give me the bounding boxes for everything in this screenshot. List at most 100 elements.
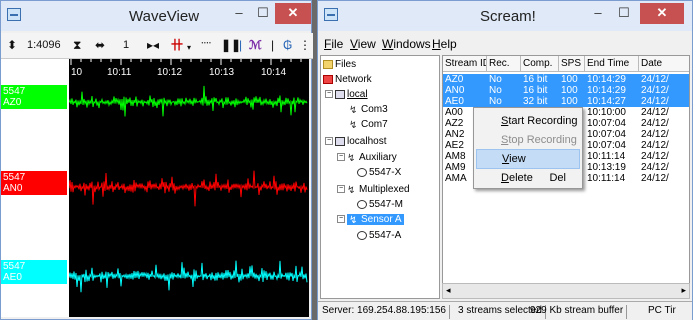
- channel-label-ae0[interactable]: 5547 AE0: [1, 260, 67, 284]
- column-header-end-time[interactable]: End Time: [585, 56, 639, 72]
- trace-icon[interactable]: |: [239, 38, 242, 52]
- cell-end: 10:07:04: [587, 118, 626, 129]
- cell-rec: No: [489, 96, 502, 107]
- collapse-icon[interactable]: −: [325, 137, 333, 146]
- tree-item-5547-x[interactable]: 5547-X: [357, 167, 401, 179]
- column-header-rec[interactable]: Rec.: [487, 56, 521, 72]
- waveview-titlebar[interactable]: WaveView – ☐ ✕: [1, 1, 311, 31]
- filter-dropdown-icon[interactable]: ▾: [187, 41, 191, 55]
- cell-end: 10:14:29: [587, 85, 626, 96]
- waveform-icon[interactable]: ᠁: [199, 38, 211, 52]
- menu-item-delete[interactable]: Delete Del: [476, 169, 580, 189]
- channel-label-an0[interactable]: 5547 AN0: [1, 171, 67, 195]
- menu-item-stop-recording[interactable]: Stop Recording: [476, 131, 580, 151]
- table-row[interactable]: AN0 No 16 bit 100 10:14:29 24/12/: [443, 85, 689, 96]
- close-icon[interactable]: ✕: [640, 3, 684, 24]
- channel-code: 5547: [3, 261, 26, 272]
- tree-item-files[interactable]: Files: [323, 59, 356, 71]
- cell-end: 10:14:27: [587, 96, 626, 107]
- channel-label-az0[interactable]: 5547 AZ0: [1, 85, 67, 109]
- menu-help[interactable]: Help: [432, 37, 457, 51]
- minimize-icon[interactable]: –: [227, 3, 251, 24]
- scroll-left-icon[interactable]: ◂: [446, 285, 451, 296]
- tree-item-multiplexed[interactable]: − ↯ Multiplexed: [337, 184, 410, 196]
- scroll-right-icon[interactable]: ▸: [681, 285, 686, 296]
- cell-sps: 100: [561, 96, 578, 107]
- spectrum-icon[interactable]: ℳ: [249, 38, 262, 52]
- menu-item-view[interactable]: View: [476, 149, 580, 169]
- tree-item-5547-a[interactable]: 5547-A: [357, 230, 401, 242]
- column-header-stream-id[interactable]: Stream ID: [443, 56, 487, 72]
- port-icon: ↯: [347, 152, 356, 164]
- trace-ae0: [69, 260, 308, 293]
- channel-name: AZ0: [3, 97, 22, 108]
- menu-item-start-recording[interactable]: Start Recording: [476, 112, 580, 132]
- separator-icon: |: [271, 38, 275, 52]
- minimize-icon[interactable]: –: [586, 3, 610, 24]
- channel-code: 5547: [3, 172, 26, 183]
- tree-item-network[interactable]: Network: [323, 74, 372, 86]
- horizontal-scrollbar[interactable]: ◂ ▸: [442, 283, 690, 299]
- waveview-app-icon: [7, 8, 21, 21]
- collapse-icon[interactable]: −: [325, 90, 333, 99]
- tree-item-auxiliary[interactable]: − ↯ Auxiliary: [337, 152, 397, 164]
- collapse-icon[interactable]: −: [337, 215, 345, 224]
- maximize-icon[interactable]: ☐: [612, 3, 636, 24]
- port-icon: ↯: [347, 184, 356, 196]
- tree-item-5547-m[interactable]: 5547-M: [357, 199, 403, 211]
- cell-id: AZ0: [445, 74, 464, 85]
- tree-item-com3[interactable]: ↯ Com3: [349, 104, 388, 116]
- tree-item-local[interactable]: − local: [325, 89, 368, 101]
- cell-id: AE0: [445, 96, 464, 107]
- status-pc: PC Tir: [648, 305, 676, 316]
- cell-end: 10:13:19: [587, 162, 626, 173]
- scale-icon[interactable]: ₲: [283, 38, 292, 52]
- collapse-icon[interactable]: −: [337, 185, 345, 194]
- page-count: 1: [123, 39, 130, 51]
- menu-windows[interactable]: Windows: [382, 37, 431, 51]
- scream-title: Scream!: [480, 8, 536, 25]
- cell-end: 10:11:14: [587, 173, 626, 184]
- column-header-sps[interactable]: SPS: [559, 56, 585, 72]
- cell-rec: No: [489, 74, 502, 85]
- horizontal-scale-icon[interactable]: ⬌: [95, 38, 105, 52]
- menu-file[interactable]: File: [324, 37, 343, 51]
- collapse-icon[interactable]: −: [337, 153, 345, 162]
- channel-labels: 5547 AZ0 5547 AN0 5547 AE0: [1, 59, 69, 317]
- filter-icon[interactable]: 卄: [171, 38, 183, 52]
- cell-sps: 100: [561, 74, 578, 85]
- context-menu: Start Recording Stop Recording View Dele…: [473, 107, 583, 189]
- cell-comp: 16 bit: [523, 74, 548, 85]
- trace-az0: [69, 85, 308, 117]
- scream-titlebar[interactable]: Scream! – ☐ ✕: [318, 1, 692, 31]
- cell-date: 24/12/: [641, 107, 669, 118]
- cell-end: 10:14:29: [587, 74, 626, 85]
- tree-item-localhost[interactable]: − localhost: [325, 136, 386, 148]
- time-tick-label: 10: [71, 67, 83, 78]
- waveform-plot[interactable]: 10 10:11 10:12 10:13 10:14: [69, 59, 309, 317]
- cell-date: 24/12/: [641, 173, 669, 184]
- column-header-date[interactable]: Date: [639, 56, 689, 72]
- more-icon[interactable]: ⋮: [299, 38, 311, 52]
- cell-date: 24/12/: [641, 151, 669, 162]
- table-row[interactable]: AE0 No 32 bit 100 10:14:27 24/12/: [443, 96, 689, 107]
- waveview-toolbar: ⬍ 1:4096 ⧗ ⬌ 1 ▸◂ 卄 ▾ ᠁ ❚❚ | ℳ | ₲ ⋮: [1, 33, 313, 59]
- trace-an0: [69, 170, 308, 207]
- computer-icon: [335, 89, 345, 99]
- vertical-scale-icon[interactable]: ⬍: [7, 38, 17, 52]
- cell-end: 10:07:04: [587, 140, 626, 151]
- tree-item-sensor-a[interactable]: − ↯ Sensor A: [337, 214, 404, 226]
- column-header-comp[interactable]: Comp.: [521, 56, 559, 72]
- time-tick-label: 10:14: [261, 67, 286, 78]
- status-bar: Server: 169.254.88.195:156 3 streams sel…: [318, 301, 692, 320]
- cell-id: AN0: [445, 85, 465, 96]
- tree-item-com7[interactable]: ↯ Com7: [349, 119, 388, 131]
- menu-view[interactable]: View: [350, 37, 376, 51]
- fit-icon[interactable]: ▸◂: [147, 38, 159, 52]
- hourglass-icon[interactable]: ⧗: [73, 38, 81, 52]
- close-icon[interactable]: ✕: [275, 3, 311, 24]
- channel-code: 5547: [3, 86, 26, 97]
- cell-comp: 32 bit: [523, 96, 548, 107]
- maximize-icon[interactable]: ☐: [251, 3, 275, 24]
- table-row[interactable]: AZ0 No 16 bit 100 10:14:29 24/12/: [443, 74, 689, 85]
